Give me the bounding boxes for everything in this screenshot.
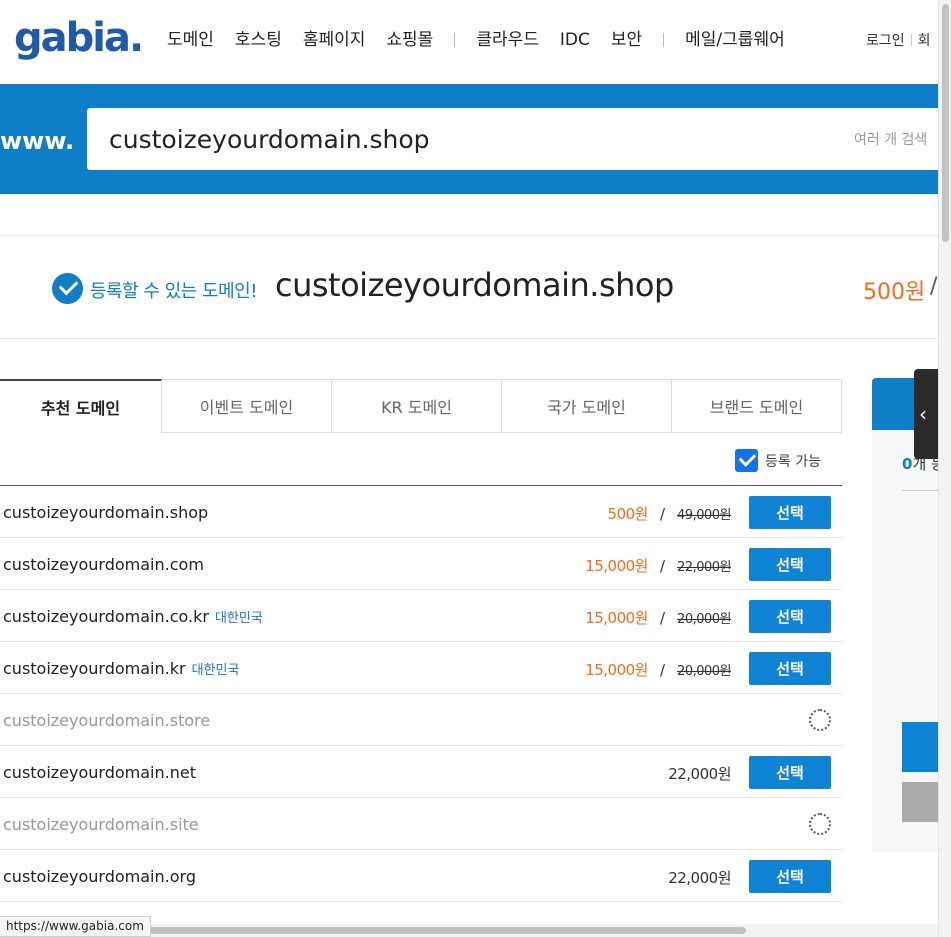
chevron-left-icon: ‹ — [919, 402, 927, 426]
nav-divider — [663, 33, 665, 47]
vertical-scroll-thumb[interactable] — [942, 4, 949, 242]
original-price: 22,000원 — [677, 560, 731, 575]
price-separator: / — [659, 556, 666, 575]
vertical-scrollbar[interactable] — [938, 0, 951, 937]
cart-secondary-button[interactable] — [902, 782, 938, 822]
nav-divider — [454, 33, 456, 47]
select-button[interactable]: 선택 — [749, 600, 831, 633]
available-filter-label: 등록 가능 — [765, 453, 821, 470]
table-row: custoizeyourdomain.store — [0, 694, 842, 746]
original-price: 49,000원 — [677, 508, 731, 523]
cart-divider — [902, 490, 938, 491]
domain-name: custoizeyourdomain.store — [3, 711, 211, 730]
section-divider — [0, 338, 938, 339]
util-divider — [910, 34, 912, 46]
main-nav: 도메인 호스팅 홈페이지 쇼핑몰 클라우드 IDC 보안 메일/그룹웨어 — [167, 28, 806, 52]
sale-price: 15,000원 — [585, 661, 648, 679]
www-prefix: www. — [0, 127, 75, 155]
price: 22,000원 — [668, 765, 731, 783]
table-row: custoizeyourdomain.site — [0, 798, 842, 850]
select-button[interactable]: 선택 — [749, 548, 831, 581]
link-status-bar: https://www.gabia.com — [0, 916, 151, 937]
nav-hosting[interactable]: 호스팅 — [235, 28, 282, 52]
select-button[interactable]: 선택 — [749, 652, 831, 685]
top-header: gabia. 도메인 호스팅 홈페이지 쇼핑몰 클라우드 IDC 보안 메일/그… — [0, 0, 951, 84]
price: 22,000원 — [668, 869, 731, 887]
domain-name: custoizeyourdomain.net — [3, 763, 196, 782]
result-price: 500원 — [863, 280, 926, 305]
price-box: 15,000원 / 20,000원 — [585, 659, 731, 680]
price-separator: / — [659, 660, 666, 679]
original-price: 20,000원 — [677, 612, 731, 627]
table-row: custoizeyourdomain.shop 500원 / 49,000원 선… — [0, 486, 842, 538]
original-price: 20,000원 — [677, 664, 731, 679]
loading-spinner-icon — [809, 813, 831, 835]
table-row: custoizeyourdomain.kr 대한민국 15,000원 / 20,0… — [0, 642, 842, 694]
multi-search-link[interactable]: 여러 개 검색 — [854, 129, 927, 149]
domain-name-text: custoizeyourdomain.co.kr — [3, 607, 209, 626]
domain-name: custoizeyourdomain.shop — [3, 503, 209, 522]
result-price-separator: / — [930, 274, 938, 299]
domain-search-band: www. 여러 개 검색 — [0, 84, 938, 194]
price-separator: / — [659, 504, 666, 523]
nav-homepage[interactable]: 홈페이지 — [303, 28, 366, 52]
availability-message: 등록할 수 있는 도메인! — [90, 281, 257, 302]
domain-name: custoizeyourdomain.kr 대한민국 — [3, 659, 239, 678]
price-separator: / — [659, 608, 666, 627]
loading-spinner-icon — [809, 709, 831, 731]
select-button[interactable]: 선택 — [749, 860, 831, 893]
search-box: 여러 개 검색 — [87, 108, 938, 170]
price-box: 500원 / 49,000원 — [607, 503, 732, 524]
available-checkbox[interactable] — [735, 449, 758, 472]
sale-price: 15,000원 — [585, 609, 648, 627]
tab-event[interactable]: 이벤트 도메인 — [162, 379, 332, 433]
country-label: 대한민국 — [214, 611, 263, 626]
cart-toggle-button[interactable]: ‹ — [914, 369, 938, 459]
price-box: 15,000원 / 20,000원 — [585, 607, 731, 628]
table-row: custoizeyourdomain.net 22,000원 선택 — [0, 746, 842, 798]
nav-domain[interactable]: 도메인 — [167, 28, 214, 52]
nav-mail-groupware[interactable]: 메일/그룹웨어 — [685, 28, 785, 52]
nav-cloud[interactable]: 클라우드 — [476, 28, 539, 52]
domain-search-input[interactable] — [107, 121, 807, 157]
price-box: 22,000원 — [668, 867, 731, 888]
table-row: custoizeyourdomain.org 22,000원 선택 — [0, 850, 842, 902]
tab-brand[interactable]: 브랜드 도메인 — [672, 379, 842, 433]
nav-shoppingmall[interactable]: 쇼핑몰 — [386, 28, 433, 52]
cart-count-number: 0 — [902, 455, 913, 473]
domain-name: custoizeyourdomain.co.kr 대한민국 — [3, 607, 263, 626]
select-button[interactable]: 선택 — [749, 496, 831, 529]
gabia-logo[interactable]: gabia. — [14, 16, 144, 60]
domain-tabs: 추천 도메인 이벤트 도메인 KR 도메인 국가 도메인 브랜드 도메인 — [0, 379, 842, 433]
nav-idc[interactable]: IDC — [560, 28, 590, 52]
nav-security[interactable]: 보안 — [611, 28, 642, 52]
section-divider — [0, 235, 938, 236]
horizontal-scroll-thumb[interactable] — [120, 927, 746, 934]
tab-kr[interactable]: KR 도메인 — [332, 379, 502, 433]
util-menu: 로그인 회 — [866, 30, 931, 50]
table-row: custoizeyourdomain.co.kr 대한민국 15,000원 / 2… — [0, 590, 842, 642]
domain-name: custoizeyourdomain.org — [3, 867, 196, 886]
domain-name: custoizeyourdomain.com — [3, 555, 204, 574]
domain-list: custoizeyourdomain.shop 500원 / 49,000원 선… — [0, 485, 842, 902]
available-filter[interactable]: 등록 가능 — [735, 449, 821, 472]
price-box: 15,000원 / 22,000원 — [585, 555, 731, 576]
select-button[interactable]: 선택 — [749, 756, 831, 789]
sale-price: 15,000원 — [585, 557, 648, 575]
price-box: 22,000원 — [668, 763, 731, 784]
login-link[interactable]: 로그인 — [866, 30, 905, 50]
table-row: custoizeyourdomain.com 15,000원 / 22,000원… — [0, 538, 842, 590]
domain-name: custoizeyourdomain.site — [3, 815, 199, 834]
result-domain: custoizeyourdomain.shop — [275, 266, 674, 304]
country-label: 대한민국 — [191, 663, 240, 678]
sale-price: 500원 — [607, 505, 649, 523]
cart-primary-button[interactable] — [902, 722, 938, 772]
tab-recommended[interactable]: 추천 도메인 — [0, 379, 162, 433]
domain-name-text: custoizeyourdomain.kr — [3, 659, 186, 678]
search-result: 등록할 수 있는 도메인! custoizeyourdomain.shop 50… — [52, 264, 937, 314]
check-circle-icon — [52, 273, 83, 304]
signup-link[interactable]: 회 — [918, 30, 931, 50]
tab-country[interactable]: 국가 도메인 — [502, 379, 672, 433]
